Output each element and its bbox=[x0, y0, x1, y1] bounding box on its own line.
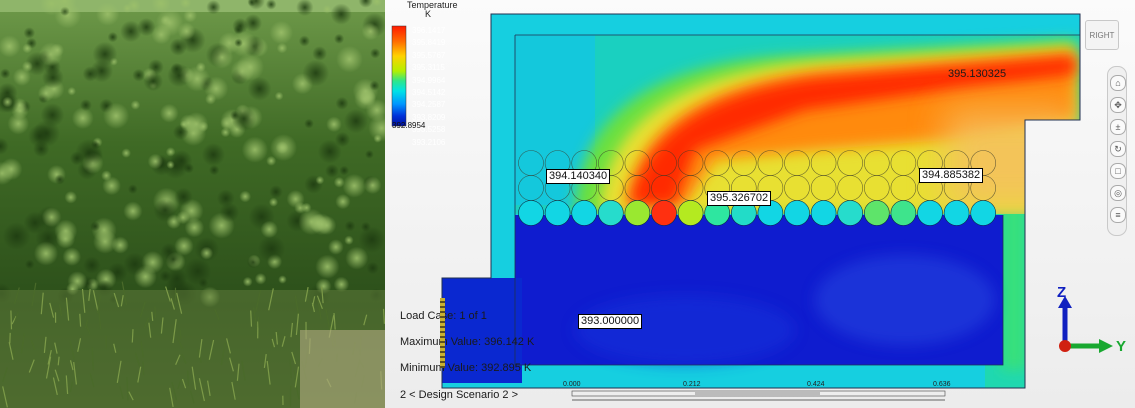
zoom-window-icon[interactable]: □ bbox=[1110, 163, 1126, 179]
simulation-viewport[interactable]: Temperature K 396.1417 395.8419 395.5767… bbox=[385, 0, 1135, 408]
legend-value: 393.2106 bbox=[412, 137, 446, 147]
particle bbox=[677, 200, 704, 226]
inlet-boundary bbox=[440, 298, 445, 368]
navigation-bar[interactable]: ⌂ ✥ ± ↻ □ ◎ ≡ bbox=[1107, 66, 1127, 236]
legend-value: 395.8419 bbox=[412, 38, 446, 48]
scale-tick: 0.212 bbox=[683, 381, 701, 388]
view-cube-right-button[interactable]: RIGHT bbox=[1085, 20, 1119, 50]
axis-z-label: Z bbox=[1057, 284, 1067, 301]
particle bbox=[518, 200, 544, 226]
legend-value: 395.3115 bbox=[412, 63, 445, 73]
orbit-icon[interactable]: ↻ bbox=[1110, 141, 1126, 157]
particle bbox=[544, 200, 571, 226]
legend-values: 396.1417 395.8419 395.5767 395.3115 394.… bbox=[412, 25, 445, 149]
particle bbox=[624, 200, 651, 226]
particle bbox=[784, 200, 810, 226]
particle bbox=[598, 200, 624, 226]
particle bbox=[917, 200, 943, 226]
min-value-text: Minimum Value: 392.895 K bbox=[400, 362, 532, 374]
particle bbox=[890, 200, 917, 226]
scale-bar bbox=[571, 390, 946, 401]
particle bbox=[651, 200, 677, 226]
legend-color-bar bbox=[391, 25, 407, 127]
legend-value: 394.2587 bbox=[412, 100, 446, 110]
settings-icon[interactable]: ≡ bbox=[1110, 207, 1126, 223]
home-icon[interactable]: ⌂ bbox=[1110, 75, 1126, 91]
probe-center[interactable]: 395.326702 bbox=[707, 191, 772, 206]
scale-tick: 0.424 bbox=[807, 381, 825, 388]
max-value-text: Maximum Value: 396.142 K bbox=[400, 336, 535, 348]
legend-unit: K bbox=[425, 9, 432, 19]
legend-min-value: 392.8954 bbox=[392, 121, 426, 130]
probe-top-right[interactable]: 395.130325 bbox=[948, 68, 1006, 80]
design-scenario-selector[interactable]: 2 < Design Scenario 2 > bbox=[400, 389, 518, 401]
probe-right[interactable]: 394.885382 bbox=[919, 168, 984, 183]
zoom-icon[interactable]: ± bbox=[1110, 119, 1126, 135]
legend-value: 394.9964 bbox=[412, 75, 446, 85]
scale-tick: 0.636 bbox=[933, 381, 951, 388]
particle bbox=[571, 200, 597, 226]
legend-value: 395.5767 bbox=[412, 50, 446, 60]
pan-icon[interactable]: ✥ bbox=[1110, 97, 1126, 113]
particle bbox=[837, 200, 864, 226]
probe-left[interactable]: 394.140340 bbox=[546, 169, 611, 184]
particle bbox=[863, 200, 890, 226]
particle bbox=[943, 200, 970, 226]
look-at-icon[interactable]: ◎ bbox=[1110, 185, 1126, 201]
particle bbox=[810, 200, 837, 226]
crop-field-photo bbox=[0, 0, 385, 408]
probe-bottom[interactable]: 393.000000 bbox=[578, 314, 643, 329]
axis-y-label: Y bbox=[1116, 338, 1127, 355]
legend-value: 396.1417 bbox=[412, 26, 446, 35]
legend-title: Temperature bbox=[407, 0, 458, 10]
particle bbox=[970, 200, 997, 226]
scale-tick: 0.000 bbox=[563, 381, 581, 388]
legend-value: 394.5142 bbox=[412, 88, 446, 98]
